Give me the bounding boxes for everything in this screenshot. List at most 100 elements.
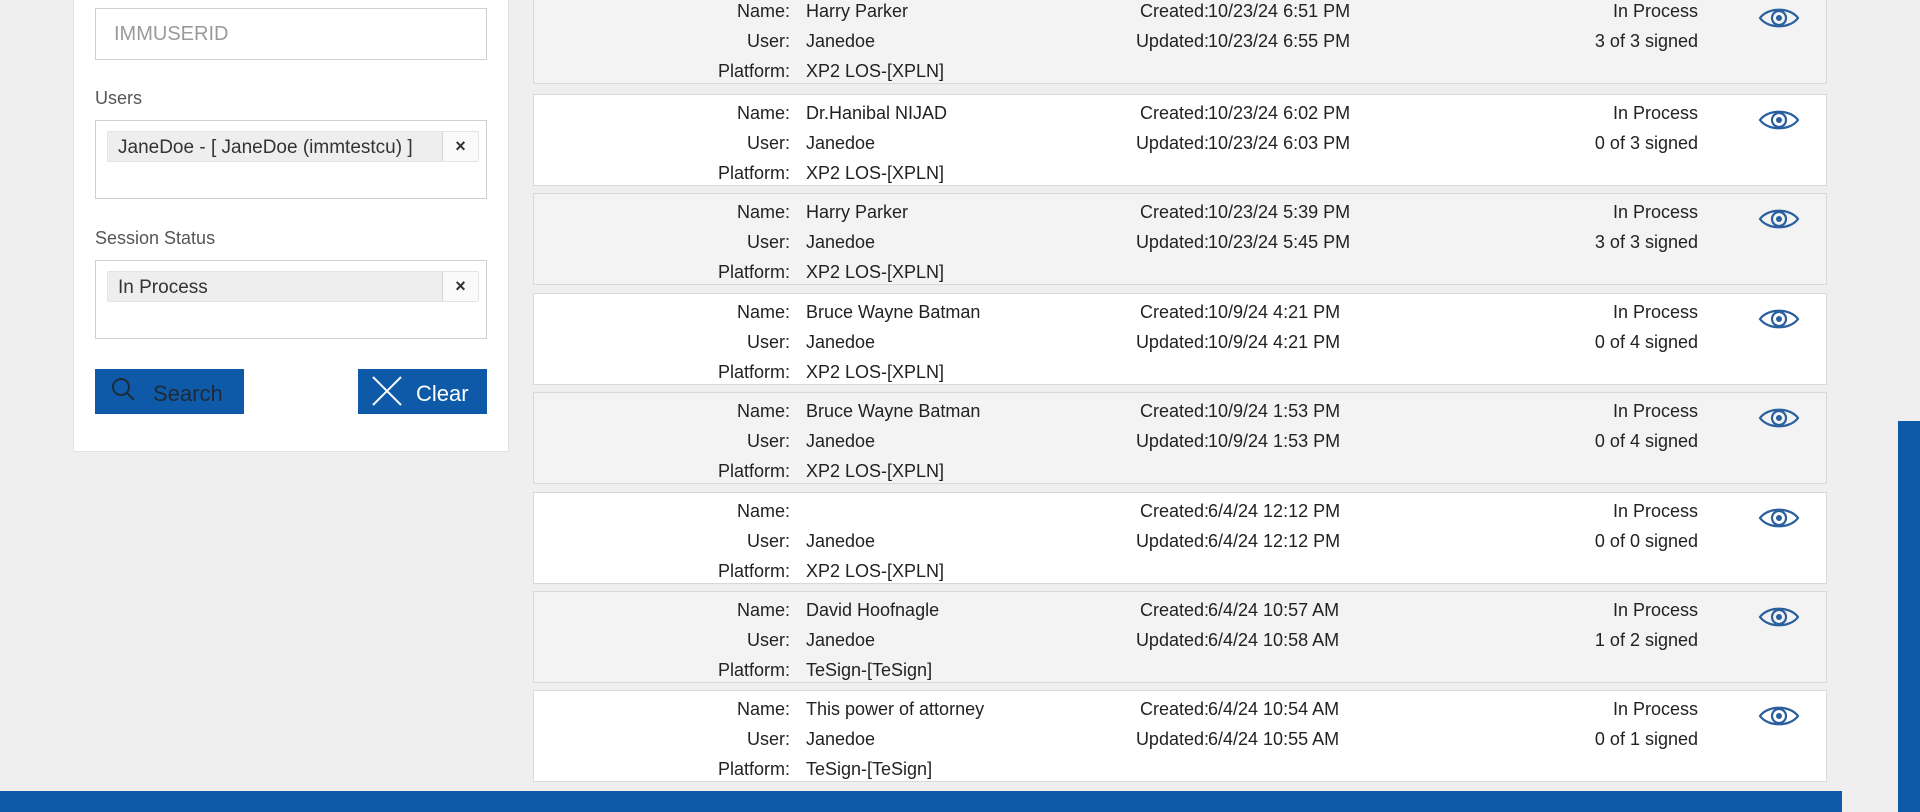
session-name: Bruce Wayne Batman — [806, 302, 981, 322]
session-updated: 6/4/24 12:12 PM — [1208, 531, 1341, 551]
eye-icon[interactable] — [1758, 107, 1800, 133]
platform-label: Platform: — [717, 61, 790, 81]
created-label: Created: — [1139, 600, 1209, 620]
session-signed-count: 0 of 0 signed — [1594, 531, 1698, 551]
session-status: In Process — [1612, 501, 1698, 521]
search-icon — [112, 378, 135, 401]
name-label: Name: — [736, 1, 790, 21]
session-platform: TeSign-[TeSign] — [806, 660, 933, 680]
session-user: Janedoe — [806, 232, 876, 252]
updated-label: Updated: — [1135, 531, 1209, 551]
eye-icon[interactable] — [1758, 206, 1800, 232]
session-row[interactable]: Name: Bruce Wayne Batman User: Janedoe Platf… — [533, 392, 1827, 484]
updated-label: Updated: — [1135, 31, 1209, 51]
session-status: In Process — [1612, 302, 1698, 322]
users-select[interactable]: JaneDoe - [ JaneDoe (immtestcu) ] × — [95, 120, 487, 199]
users-chip-label: JaneDoe - [ JaneDoe (immtestcu) ] — [118, 137, 413, 158]
session-platform: XP2 LOS-[XPLN] — [806, 61, 945, 81]
session-status-select[interactable]: In Process × — [95, 260, 487, 339]
session-status: In Process — [1612, 103, 1698, 123]
session-status: In Process — [1612, 600, 1698, 620]
session-platform: XP2 LOS-[XPLN] — [806, 561, 945, 581]
session-user: Janedoe — [806, 431, 876, 451]
session-created: 10/9/24 4:21 PM — [1208, 302, 1341, 322]
platform-label: Platform: — [717, 362, 790, 382]
session-name: David Hoofnagle — [806, 600, 940, 620]
session-row[interactable]: Name: Dr.Hanibal NIJAD User: Janedoe Platfor… — [533, 94, 1827, 186]
session-status: In Process — [1612, 202, 1698, 222]
created-label: Created: — [1139, 501, 1209, 521]
session-name: This power of attorney — [806, 699, 985, 719]
name-label: Name: — [736, 401, 790, 421]
session-row[interactable]: Name: User: Janedoe Platform: XP2 LOS-[XPLN]… — [533, 492, 1827, 584]
platform-label: Platform: — [717, 262, 790, 282]
session-status-chip: In Process × — [107, 271, 479, 302]
session-platform: XP2 LOS-[XPLN] — [806, 262, 945, 282]
session-row[interactable]: Name: This power of attorney User: Janedoe P… — [533, 690, 1827, 782]
session-signed-count: 3 of 3 signed — [1594, 232, 1698, 252]
session-signed-count: 0 of 1 signed — [1594, 729, 1698, 749]
updated-label: Updated: — [1135, 332, 1209, 352]
created-label: Created: — [1139, 1, 1209, 21]
session-user: Janedoe — [806, 729, 876, 749]
session-row[interactable]: Name: Harry Parker User: Janedoe Platform: XP… — [533, 0, 1827, 84]
eye-icon[interactable] — [1758, 505, 1800, 531]
scrollbar-thumb[interactable] — [1898, 421, 1920, 812]
updated-label: Updated: — [1135, 630, 1209, 650]
search-button-label: Search — [153, 381, 223, 406]
session-row[interactable]: Name: Bruce Wayne Batman User: Janedoe Platf… — [533, 293, 1827, 385]
eye-icon[interactable] — [1758, 405, 1800, 431]
session-status: In Process — [1612, 1, 1698, 21]
eye-icon[interactable] — [1758, 703, 1800, 729]
userid-search-input[interactable] — [95, 8, 487, 60]
created-label: Created: — [1139, 302, 1209, 322]
session-signed-count: 3 of 3 signed — [1594, 31, 1698, 51]
name-label: Name: — [736, 501, 790, 521]
session-user: Janedoe — [806, 630, 876, 650]
session-created: 10/23/24 6:02 PM — [1208, 103, 1351, 123]
session-created: 6/4/24 12:12 PM — [1208, 501, 1341, 521]
session-user: Janedoe — [806, 332, 876, 352]
session-signed-count: 0 of 4 signed — [1594, 431, 1698, 451]
session-status-chip-remove-button[interactable]: × — [442, 272, 478, 301]
platform-label: Platform: — [717, 561, 790, 581]
session-row[interactable]: Name: Harry Parker User: Janedoe Platform: XP… — [533, 193, 1827, 285]
session-created: 6/4/24 10:57 AM — [1208, 600, 1340, 620]
session-name: Bruce Wayne Batman — [806, 401, 981, 421]
session-user: Janedoe — [806, 133, 876, 153]
platform-label: Platform: — [717, 163, 790, 183]
updated-label: Updated: — [1135, 133, 1209, 153]
session-name: Harry Parker — [806, 1, 909, 21]
session-created: 6/4/24 10:54 AM — [1208, 699, 1340, 719]
session-platform: TeSign-[TeSign] — [806, 759, 933, 779]
updated-label: Updated: — [1135, 431, 1209, 451]
platform-label: Platform: — [717, 759, 790, 779]
eye-icon[interactable] — [1758, 5, 1800, 31]
users-chip: JaneDoe - [ JaneDoe (immtestcu) ] × — [107, 131, 479, 162]
session-user: Janedoe — [806, 31, 876, 51]
eye-icon[interactable] — [1758, 604, 1800, 630]
session-name: Harry Parker — [806, 202, 909, 222]
updated-label: Updated: — [1135, 729, 1209, 749]
name-label: Name: — [736, 600, 790, 620]
platform-label: Platform: — [717, 660, 790, 680]
session-platform: XP2 LOS-[XPLN] — [806, 461, 945, 481]
eye-icon[interactable] — [1758, 306, 1800, 332]
session-status: In Process — [1612, 699, 1698, 719]
clear-button[interactable]: Clear — [358, 369, 487, 414]
session-updated: 10/9/24 1:53 PM — [1208, 431, 1341, 451]
session-updated: 10/23/24 6:03 PM — [1208, 133, 1351, 153]
user-label: User: — [746, 232, 790, 252]
updated-label: Updated: — [1135, 232, 1209, 252]
session-row[interactable]: Name: David Hoofnagle User: Janedoe Platform… — [533, 591, 1827, 683]
name-label: Name: — [736, 103, 790, 123]
close-icon — [372, 376, 402, 406]
session-user: Janedoe — [806, 531, 876, 551]
clear-button-label: Clear — [416, 381, 469, 406]
filter-panel: Users JaneDoe - [ JaneDoe (immtestcu) ] … — [73, 0, 509, 452]
search-button[interactable]: Search — [95, 369, 244, 414]
created-label: Created: — [1139, 699, 1209, 719]
name-label: Name: — [736, 302, 790, 322]
created-label: Created: — [1139, 401, 1209, 421]
users-chip-remove-button[interactable]: × — [442, 132, 478, 161]
